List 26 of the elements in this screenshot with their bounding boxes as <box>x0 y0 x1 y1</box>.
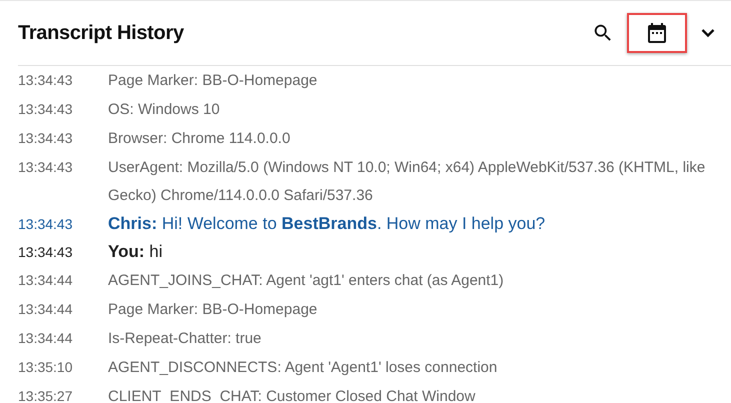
transcript-line: You: hi <box>108 241 164 263</box>
transcript-line: Chris: Hi! Welcome to BestBrands. How may I help you? <box>108 213 546 235</box>
timestamp: 13:34:44 <box>18 329 74 348</box>
transcript-line: Page Marker: BB-O-Homepage <box>108 300 318 320</box>
transcript-line: Browser: Chrome 114.0.0.0 <box>108 129 292 149</box>
calendar-icon <box>645 21 669 45</box>
transcript-line: CLIENT_ENDS_CHAT: Customer Closed Chat Window <box>108 387 476 403</box>
timestamp: 13:34:43 <box>18 100 74 119</box>
timestamp: 13:34:43 <box>18 129 74 148</box>
panel-title: Transcript History <box>18 22 184 44</box>
timestamp: 13:35:27 <box>18 387 74 403</box>
timestamp: 13:34:43 <box>18 215 74 234</box>
calendar-button[interactable] <box>627 13 687 53</box>
transcript-line: UserAgent: Mozilla/5.0 (Windows NT 10.0; Win64; x64) AppleWebKit/537.36 (KHTML, like Gecko) Chrome/114.0.0.0 Safari/537.36 <box>108 158 706 206</box>
timestamp: 13:35:10 <box>18 358 74 377</box>
transcript-line: OS: Windows 10 <box>108 100 221 120</box>
timestamp: 13:34:43 <box>18 243 74 262</box>
timestamp: 13:34:44 <box>18 271 74 290</box>
transcript-line: AGENT_JOINS_CHAT: Agent 'agt1' enters chat (as Agent1) <box>108 271 505 291</box>
timestamp: 13:34:44 <box>18 300 74 319</box>
timestamp: 13:34:43 <box>18 71 74 90</box>
timestamp: 13:34:43 <box>18 158 74 177</box>
transcript-line: AGENT_DISCONNECTS: Agent 'Agent1' loses connection <box>108 358 498 378</box>
transcript-line: Is-Repeat-Chatter: true <box>108 329 262 349</box>
chevron-down-icon <box>701 28 715 38</box>
transcript-line: Page Marker: BB-O-Homepage <box>108 71 318 91</box>
